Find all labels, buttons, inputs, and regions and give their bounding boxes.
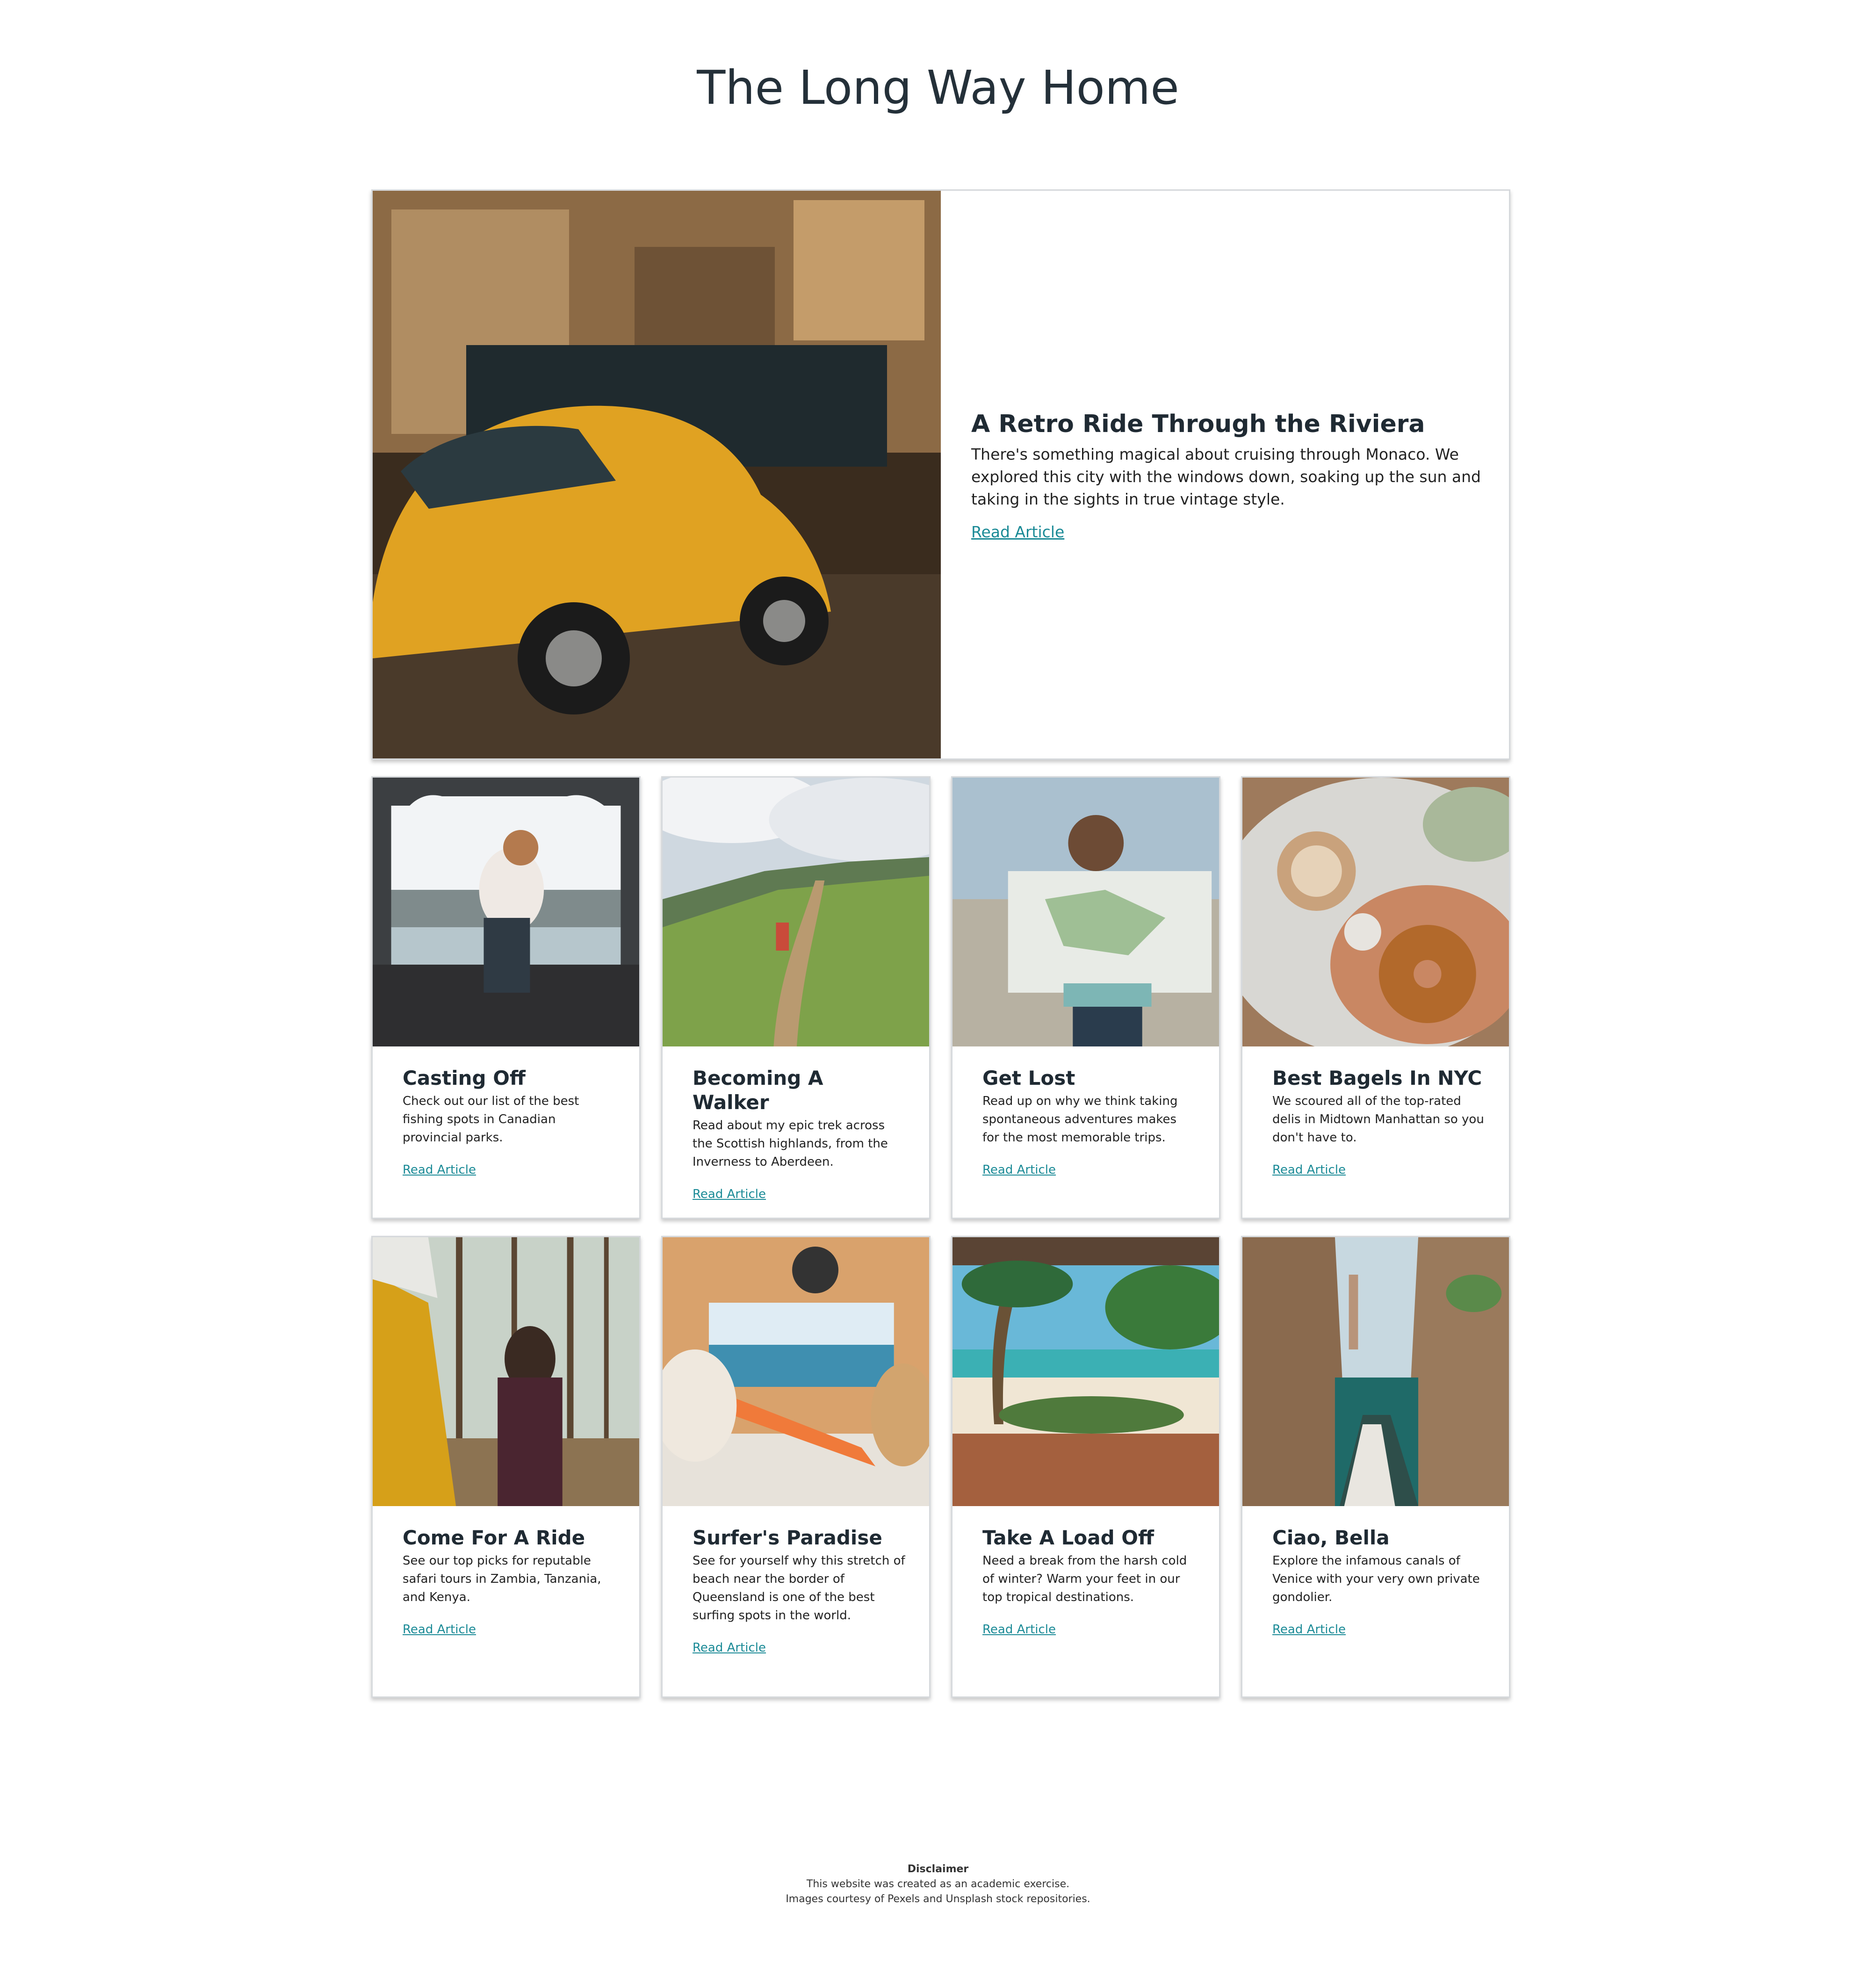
article-text: Check out our list of the best fishing s…: [403, 1094, 579, 1145]
article-image: [663, 1237, 929, 1506]
article-title: Come For A Ride: [403, 1526, 585, 1549]
read-article-link[interactable]: Read Article: [693, 1187, 766, 1201]
article-body: Take A Load Off Need a break from the ha…: [982, 1526, 1195, 1639]
article-text: We scoured all of the top-rated delis in…: [1272, 1094, 1484, 1145]
read-article-link[interactable]: Read Article: [982, 1163, 1056, 1177]
article-body: Get Lost Read up on why we think taking …: [982, 1066, 1195, 1179]
read-article-link[interactable]: Read Article: [1272, 1163, 1346, 1177]
article-text: Need a break from the harsh cold of wint…: [982, 1554, 1187, 1604]
disclaimer-heading: Disclaimer: [907, 1863, 969, 1875]
article-body: Come For A Ride See our top picks for re…: [403, 1526, 615, 1639]
read-article-link[interactable]: Read Article: [403, 1163, 476, 1177]
read-article-link[interactable]: Read Article: [982, 1623, 1056, 1637]
article-title: Becoming A Walker: [693, 1067, 823, 1114]
article-text: See our top picks for reputable safari t…: [403, 1554, 601, 1604]
article-card: Come For A Ride See our top picks for re…: [371, 1236, 641, 1698]
article-image: [1242, 1237, 1509, 1506]
featured-article-card: A Retro Ride Through the Riviera There's…: [371, 189, 1510, 760]
article-text: See for yourself why this stretch of bea…: [693, 1554, 905, 1623]
article-image: [373, 1237, 639, 1506]
article-card: Casting Off Check out our list of the be…: [371, 776, 641, 1219]
featured-article-body: A Retro Ride Through the Riviera There's…: [971, 191, 1481, 758]
article-text: Read up on why we think taking spontaneo…: [982, 1094, 1178, 1145]
featured-article-title: A Retro Ride Through the Riviera: [971, 410, 1425, 438]
article-card: Ciao, Bella Explore the infamous canals …: [1241, 1236, 1510, 1698]
article-image: [1242, 778, 1509, 1046]
read-article-link[interactable]: Read Article: [693, 1641, 766, 1655]
article-title: Get Lost: [982, 1067, 1075, 1089]
article-title: Ciao, Bella: [1272, 1526, 1390, 1549]
footer: Disclaimer This website was created as a…: [0, 1862, 1876, 1907]
article-image: [952, 778, 1219, 1046]
read-article-link[interactable]: Read Article: [1272, 1623, 1346, 1637]
article-text: Explore the infamous canals of Venice wi…: [1272, 1554, 1480, 1604]
article-image: [952, 1237, 1219, 1506]
article-body: Casting Off Check out our list of the be…: [403, 1066, 615, 1179]
article-card: Best Bagels In NYC We scoured all of the…: [1241, 776, 1510, 1219]
read-article-link[interactable]: Read Article: [403, 1623, 476, 1637]
disclaimer-line-1: This website was created as an academic …: [806, 1878, 1070, 1890]
featured-article-image: [373, 191, 941, 758]
article-card: Take A Load Off Need a break from the ha…: [951, 1236, 1220, 1698]
article-title: Take A Load Off: [982, 1526, 1154, 1549]
disclaimer-line-2: Images courtesy of Pexels and Unsplash s…: [786, 1893, 1090, 1905]
article-body: Becoming A Walker Read about my epic tre…: [693, 1066, 905, 1204]
article-image: [663, 778, 929, 1046]
featured-article-text: There's something magical about cruising…: [971, 445, 1481, 508]
article-card: Becoming A Walker Read about my epic tre…: [661, 776, 931, 1219]
article-title: Best Bagels In NYC: [1272, 1067, 1482, 1089]
article-title: Casting Off: [403, 1067, 526, 1089]
article-body: Ciao, Bella Explore the infamous canals …: [1272, 1526, 1485, 1639]
article-image: [373, 778, 639, 1046]
page-title: The Long Way Home: [697, 60, 1179, 115]
article-text: Read about my epic trek across the Scott…: [693, 1118, 888, 1169]
article-card: Surfer's Paradise See for yourself why t…: [661, 1236, 931, 1698]
article-body: Surfer's Paradise See for yourself why t…: [693, 1526, 905, 1657]
article-body: Best Bagels In NYC We scoured all of the…: [1272, 1066, 1485, 1179]
featured-read-article-link[interactable]: Read Article: [971, 523, 1064, 541]
article-title: Surfer's Paradise: [693, 1526, 882, 1549]
article-card: Get Lost Read up on why we think taking …: [951, 776, 1220, 1219]
